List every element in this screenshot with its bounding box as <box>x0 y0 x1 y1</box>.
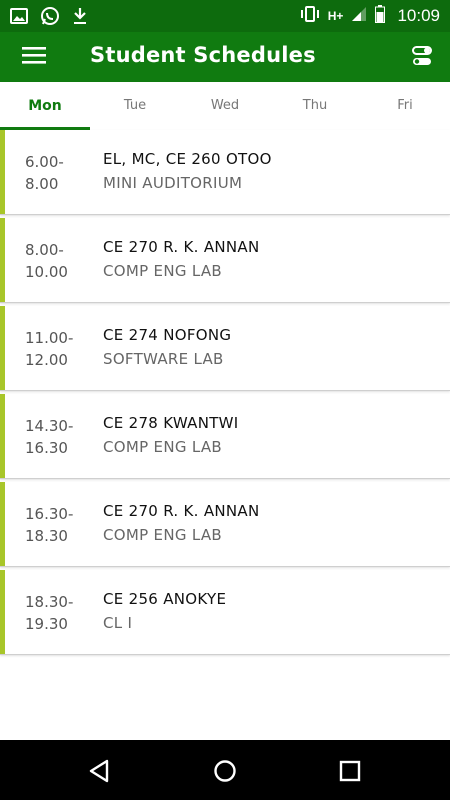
card-accent-bar <box>0 218 5 302</box>
time-end: 8.00 <box>25 175 59 193</box>
course-label: CE 256 ANOKYE <box>103 590 227 608</box>
network-hplus-icon: H+ <box>327 9 344 23</box>
room-label: COMP ENG LAB <box>103 526 222 544</box>
status-bar: H+ 10:09 <box>0 0 450 32</box>
time-start: 11.00- <box>25 329 74 347</box>
image-icon <box>10 7 28 29</box>
tab-wed[interactable]: Wed <box>180 82 270 130</box>
tab-fri[interactable]: Fri <box>360 82 450 130</box>
app-bar: Student Schedules <box>0 32 450 82</box>
time-start: 18.30- <box>25 593 74 611</box>
time-end: 10.00 <box>25 263 68 281</box>
recents-button[interactable] <box>335 756 365 786</box>
room-label: COMP ENG LAB <box>103 438 222 456</box>
signal-icon <box>351 6 367 26</box>
battery-icon <box>375 5 386 27</box>
room-label: MINI AUDITORIUM <box>103 174 243 192</box>
card-accent-bar <box>0 130 5 214</box>
menu-icon <box>22 47 46 64</box>
tab-tue[interactable]: Tue <box>90 82 180 130</box>
schedule-card[interactable]: 11.00- 12.00 CE 274 NOFONG SOFTWARE LAB <box>0 306 450 391</box>
time-end: 19.30 <box>25 615 68 633</box>
back-icon <box>89 759 109 783</box>
time-range: 16.30- 18.30 <box>25 503 85 547</box>
clock: 10:09 <box>397 6 440 25</box>
back-button[interactable] <box>85 756 115 786</box>
home-icon <box>214 760 236 782</box>
app-title: Student Schedules <box>90 43 316 67</box>
menu-button[interactable] <box>22 45 58 69</box>
card-accent-bar <box>0 570 5 654</box>
download-icon <box>72 7 88 29</box>
course-label: EL, MC, CE 260 OTOO <box>103 150 272 168</box>
time-end: 12.00 <box>25 351 68 369</box>
time-end: 18.30 <box>25 527 68 545</box>
card-accent-bar <box>0 394 5 478</box>
course-label: CE 270 R. K. ANNAN <box>103 238 260 256</box>
room-label: CL I <box>103 614 133 632</box>
course-label: CE 274 NOFONG <box>103 326 232 344</box>
course-label: CE 270 R. K. ANNAN <box>103 502 260 520</box>
time-start: 8.00- <box>25 241 64 259</box>
filter-button[interactable] <box>410 44 436 70</box>
time-range: 18.30- 19.30 <box>25 591 85 635</box>
time-range: 8.00- 10.00 <box>25 239 85 283</box>
time-start: 16.30- <box>25 505 74 523</box>
home-button[interactable] <box>210 756 240 786</box>
time-range: 11.00- 12.00 <box>25 327 85 371</box>
tab-thu[interactable]: Thu <box>270 82 360 130</box>
filter-toggle-icon <box>412 46 432 65</box>
schedule-card[interactable]: 18.30- 19.30 CE 256 ANOKYE CL I <box>0 570 450 655</box>
whatsapp-icon <box>40 6 60 30</box>
tab-mon[interactable]: Mon <box>0 82 90 130</box>
schedule-card[interactable]: 16.30- 18.30 CE 270 R. K. ANNAN COMP ENG … <box>0 482 450 567</box>
card-accent-bar <box>0 306 5 390</box>
vibrate-icon <box>300 5 320 27</box>
time-range: 6.00- 8.00 <box>25 151 85 195</box>
schedule-card[interactable]: 8.00- 10.00 CE 270 R. K. ANNAN COMP ENG L… <box>0 218 450 303</box>
room-label: SOFTWARE LAB <box>103 350 224 368</box>
time-start: 14.30- <box>25 417 74 435</box>
time-range: 14.30- 16.30 <box>25 415 85 459</box>
time-start: 6.00- <box>25 153 64 171</box>
room-label: COMP ENG LAB <box>103 262 222 280</box>
card-accent-bar <box>0 482 5 566</box>
course-label: CE 278 KWANTWI <box>103 414 239 432</box>
navigation-bar <box>0 740 450 800</box>
schedule-card[interactable]: 14.30- 16.30 CE 278 KWANTWI COMP ENG LAB <box>0 394 450 479</box>
day-tabs: Mon Tue Wed Thu Fri <box>0 82 450 131</box>
recents-icon <box>339 760 361 782</box>
time-end: 16.30 <box>25 439 68 457</box>
schedule-card[interactable]: 6.00- 8.00 EL, MC, CE 260 OTOO MINI AUDIT… <box>0 130 450 215</box>
